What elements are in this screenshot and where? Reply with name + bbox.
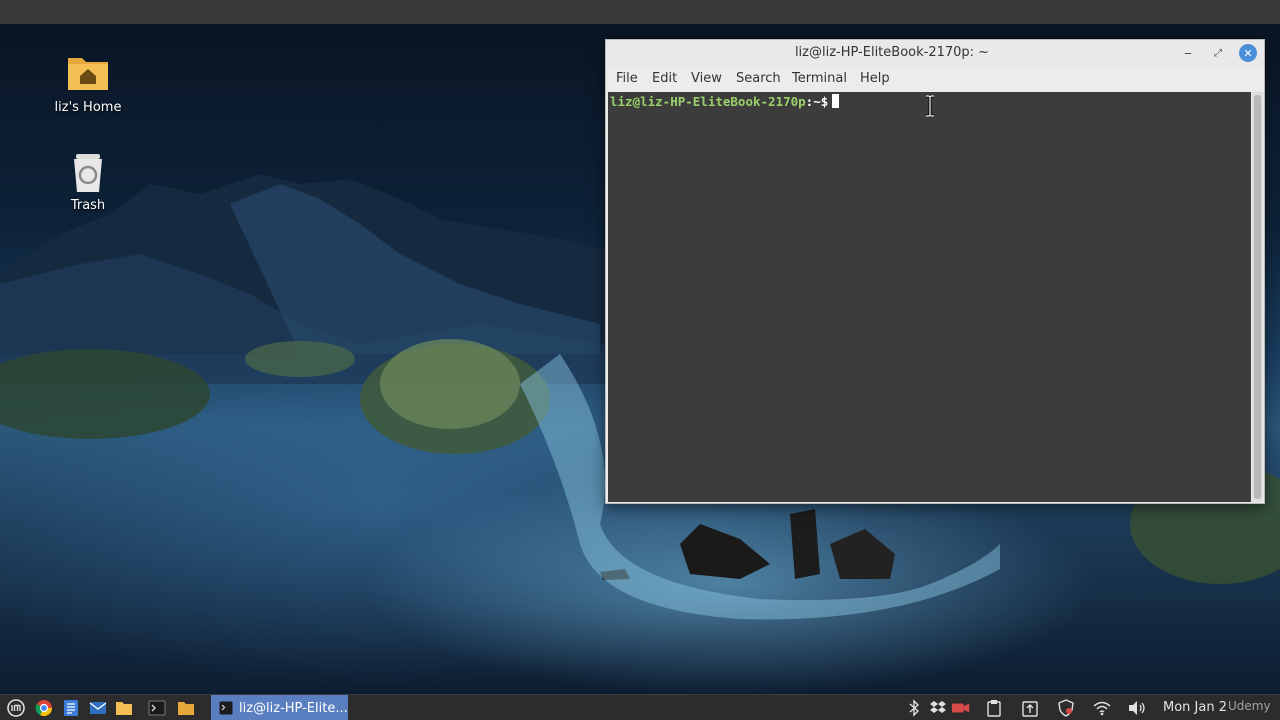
mail-icon[interactable]	[88, 698, 108, 718]
shield-icon[interactable]	[1056, 698, 1076, 718]
volume-icon[interactable]	[1127, 698, 1147, 718]
taskbar-task-terminal[interactable]: liz@liz-HP-Elite...	[211, 695, 348, 720]
prompt-user: liz@liz-HP-EliteBook-2170p	[610, 94, 806, 109]
menu-terminal[interactable]: Terminal	[792, 71, 847, 86]
mint-menu-icon[interactable]	[6, 698, 26, 718]
terminal-window[interactable]: liz@liz-HP-EliteBook-2170p: ~ ‒ ⤢ ✕ File…	[605, 39, 1265, 504]
menu-search[interactable]: Search	[736, 71, 781, 86]
menubar: File Edit View Search Terminal Help	[606, 66, 1264, 91]
menu-edit[interactable]: Edit	[652, 71, 677, 86]
ibeam-cursor-icon	[925, 94, 935, 118]
top-strip	[0, 0, 1280, 24]
close-button[interactable]: ✕	[1239, 44, 1257, 62]
clock[interactable]: Mon Jan 2	[1163, 700, 1227, 715]
text-cursor	[832, 94, 840, 108]
shell-prompt: liz@liz-HP-EliteBook-2170p:~$	[610, 94, 840, 109]
camera-icon[interactable]	[951, 698, 971, 718]
window-titlebar[interactable]: liz@liz-HP-EliteBook-2170p: ~ ‒ ⤢ ✕	[606, 40, 1264, 66]
menu-file[interactable]: File	[616, 71, 638, 86]
dropbox-icon[interactable]	[928, 698, 948, 718]
window-title: liz@liz-HP-EliteBook-2170p: ~	[794, 45, 990, 60]
maximize-icon: ⤢	[1214, 47, 1222, 59]
task-terminal-icon	[216, 698, 236, 718]
minimize-icon: ‒	[1184, 46, 1192, 60]
home-folder-icon	[66, 52, 110, 96]
update-icon[interactable]	[1020, 698, 1040, 718]
maximize-button[interactable]: ⤢	[1209, 44, 1227, 62]
taskbar: liz@liz-HP-Elite... Mon Jan 2 Udemy	[0, 694, 1280, 720]
desktop-icon-trash-label: Trash	[70, 198, 106, 213]
close-icon: ✕	[1243, 46, 1253, 60]
prompt-path: :~$	[805, 94, 829, 109]
bluetooth-icon[interactable]	[904, 698, 924, 718]
desktop-icon-home[interactable]: liz's Home	[38, 52, 138, 115]
terminal-icon[interactable]	[147, 698, 167, 718]
terminal-output[interactable]: liz@liz-HP-EliteBook-2170p:~$	[608, 92, 1251, 502]
folder-icon[interactable]	[176, 698, 196, 718]
clipboard-icon[interactable]	[984, 698, 1004, 718]
minimize-button[interactable]: ‒	[1179, 44, 1197, 62]
udemy-watermark: Udemy	[1228, 699, 1271, 713]
desktop-icon-trash[interactable]: Trash	[38, 150, 138, 213]
menu-view[interactable]: View	[691, 71, 722, 86]
desktop-icon-home-label: liz's Home	[54, 100, 122, 115]
terminal-scrollbar[interactable]	[1252, 92, 1263, 502]
scrollbar-thumb[interactable]	[1254, 95, 1261, 499]
wifi-icon[interactable]	[1092, 698, 1112, 718]
task-label: liz@liz-HP-Elite...	[239, 700, 348, 716]
files-icon[interactable]	[114, 698, 134, 718]
trash-icon	[66, 150, 110, 194]
menu-help[interactable]: Help	[860, 71, 890, 86]
chrome-icon[interactable]	[34, 698, 54, 718]
text-editor-icon[interactable]	[61, 698, 81, 718]
